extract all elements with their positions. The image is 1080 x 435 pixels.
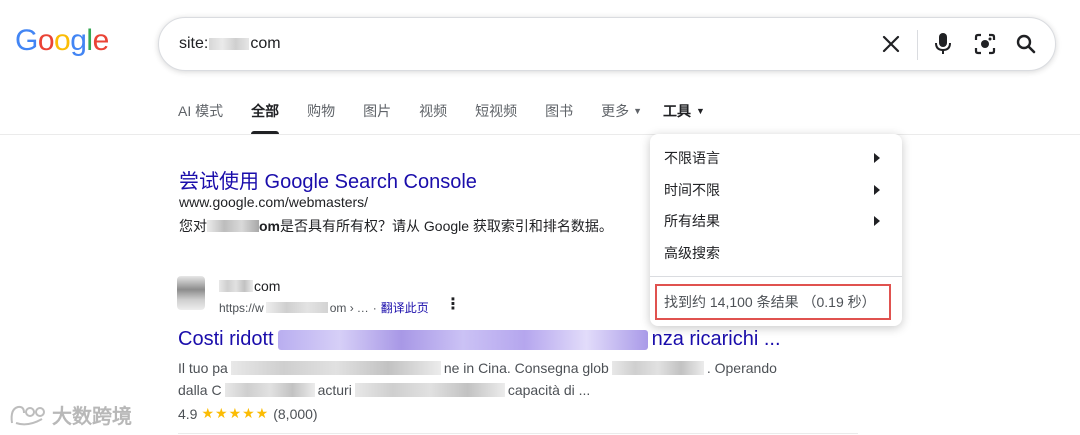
site-favicon[interactable] — [177, 276, 205, 310]
menu-item-all-results[interactable]: 所有结果 — [664, 211, 888, 231]
tab-more[interactable]: 更多 ▼ — [601, 100, 642, 134]
search-divider — [917, 30, 918, 60]
tab-shopping[interactable]: 购物 — [307, 100, 335, 134]
search-query-prefix: site: — [179, 35, 209, 52]
logo-letter: g — [70, 24, 87, 57]
tab-videos[interactable]: 视频 — [419, 100, 447, 134]
logo-letter: o — [54, 24, 71, 57]
search-query-suffix: com — [250, 35, 281, 52]
submenu-arrow-icon — [874, 185, 880, 195]
logo-letter: e — [92, 24, 110, 57]
search-tabs: AI 模式 全部 购物 图片 视频 短视频 图书 更多 ▼ — [178, 100, 670, 134]
more-options-icon[interactable]: ⋮ — [445, 297, 461, 313]
result-snippet-line-1: Il tuo pa ne in Cina. Consegna glob . Op… — [178, 360, 777, 376]
menu-item-any-language[interactable]: 不限语言 — [664, 148, 888, 168]
star-rating-icon: ★★★★★ — [201, 405, 270, 421]
result-stats: 找到约 14,100 条结果 （0.19 秒） — [655, 284, 891, 320]
clear-icon[interactable] — [879, 32, 903, 56]
redacted-title — [277, 329, 648, 350]
redacted-domain — [207, 220, 259, 232]
result-divider — [178, 433, 858, 434]
tools-dropdown-menu: 不限语言 时间不限 所有结果 高级搜索 找到约 14,100 条结果 （0.19… — [650, 134, 902, 326]
caret-down-icon: ▼ — [633, 106, 643, 116]
tools-button[interactable]: 工具 ▼ — [663, 100, 705, 122]
redacted-domain — [209, 38, 250, 50]
menu-item-any-time[interactable]: 时间不限 — [664, 180, 888, 200]
result-title-link[interactable]: 尝试使用 Google Search Console — [179, 165, 477, 194]
search-icon[interactable] — [1014, 32, 1038, 56]
google-logo[interactable]: Google — [15, 24, 109, 58]
logo-letter: G — [15, 24, 38, 57]
search-input[interactable]: site: com — [179, 35, 281, 53]
menu-divider — [650, 276, 902, 277]
redacted-site — [219, 280, 253, 292]
redacted-text — [224, 383, 315, 397]
tab-short-videos[interactable]: 短视频 — [475, 100, 517, 134]
redacted-text — [230, 361, 441, 375]
result-title-link[interactable]: Costi ridott nza ricarichi ... — [178, 328, 781, 351]
tab-books[interactable]: 图书 — [545, 100, 573, 134]
tab-ai-mode[interactable]: AI 模式 — [178, 100, 223, 134]
result-rating: 4.9 ★★★★★ (8,000) — [178, 405, 318, 422]
result-site-name[interactable]: com — [219, 278, 280, 294]
watermark-logo-icon — [8, 403, 48, 427]
tabs-divider — [0, 134, 1080, 135]
menu-item-advanced-search[interactable]: 高级搜索 — [664, 243, 888, 263]
translate-page-link[interactable]: 翻译此页 — [381, 299, 429, 316]
tab-images[interactable]: 图片 — [363, 100, 391, 134]
redacted-text — [354, 383, 505, 397]
search-box[interactable]: site: com — [158, 17, 1056, 71]
separator-dot: · — [372, 300, 377, 315]
result-snippet-line-2: dalla C acturi capacità di ... — [178, 382, 591, 398]
submenu-arrow-icon — [874, 216, 880, 226]
result-snippet: 您对 om 是否具有所有权？请从 Google 获取索引和排名数据。 — [179, 218, 613, 234]
tab-all[interactable]: 全部 — [251, 100, 280, 134]
watermark: 大数跨境 — [8, 400, 132, 429]
submenu-arrow-icon — [874, 153, 880, 163]
redacted-url — [265, 302, 328, 313]
result-url[interactable]: www.google.com/webmasters/ — [179, 194, 368, 210]
lens-camera-icon[interactable] — [973, 32, 997, 56]
result-url[interactable]: https://w om › … · 翻译此页 — [219, 299, 429, 316]
caret-down-icon: ▼ — [696, 106, 705, 116]
redacted-text — [611, 361, 704, 375]
microphone-icon[interactable] — [931, 32, 955, 56]
logo-letter: o — [37, 24, 55, 57]
